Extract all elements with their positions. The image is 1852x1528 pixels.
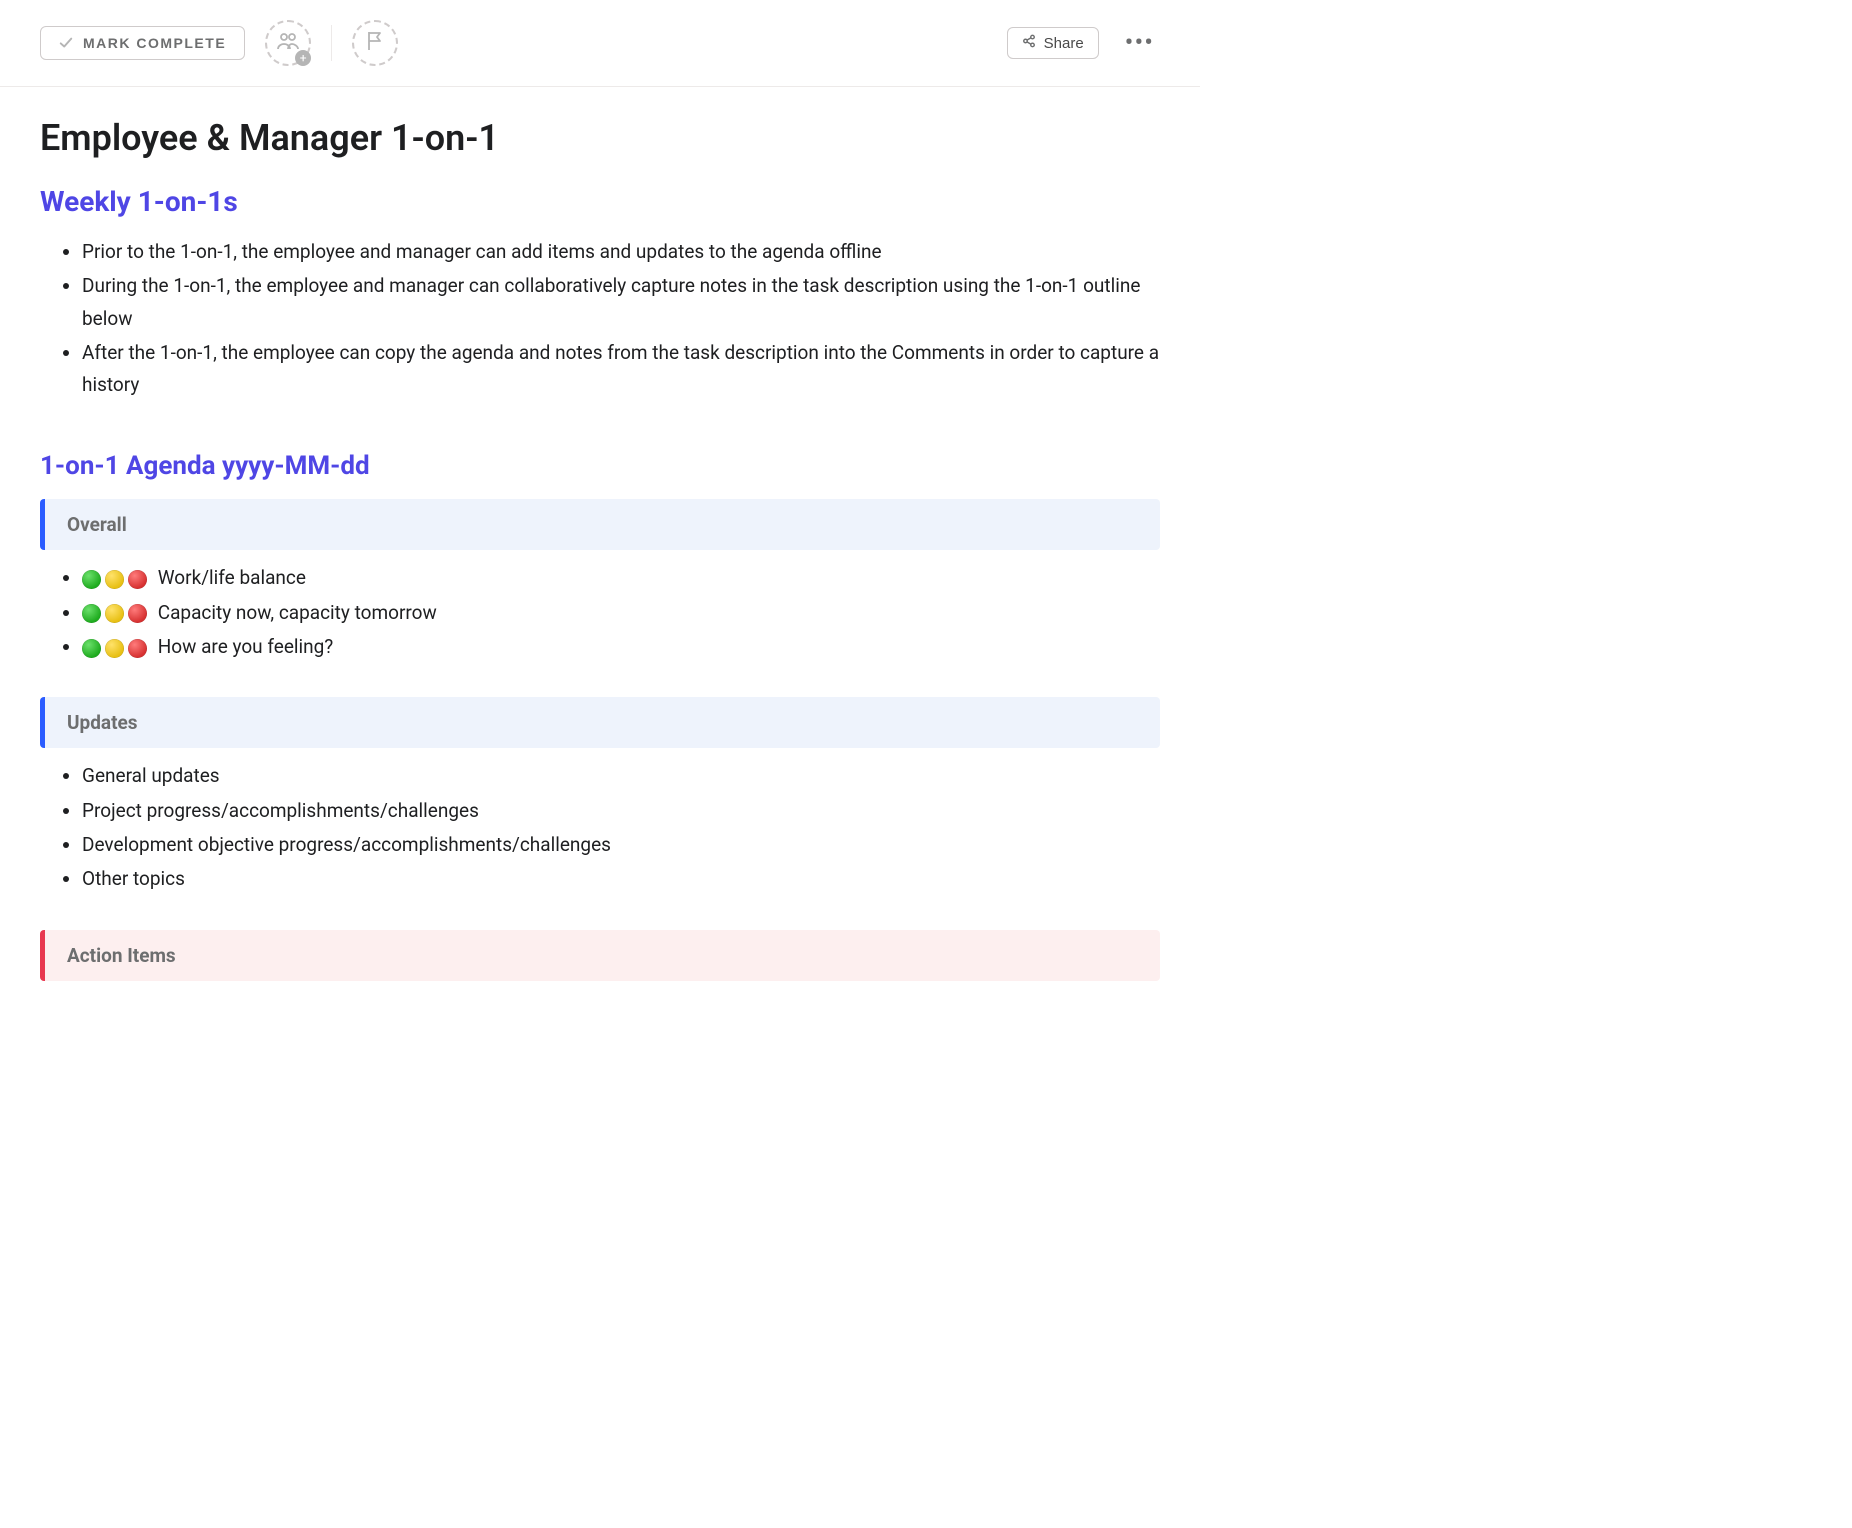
check-icon	[59, 36, 73, 50]
agenda-heading: 1-on-1 Agenda yyyy-MM-dd	[40, 451, 1160, 481]
share-icon	[1022, 34, 1036, 52]
flag-icon	[365, 30, 385, 56]
toolbar: MARK COMPLETE +	[0, 0, 1200, 87]
more-actions-button[interactable]: •••	[1119, 29, 1160, 57]
list-item: How are you feeling?	[82, 631, 1160, 663]
mark-complete-label: MARK COMPLETE	[83, 35, 226, 51]
list-item: Capacity now, capacity tomorrow	[82, 597, 1160, 629]
share-button[interactable]: Share	[1007, 27, 1099, 59]
list-item-text: Capacity now, capacity tomorrow	[158, 601, 437, 624]
section-header-label: Overall	[67, 513, 127, 536]
list-item: Other topics	[82, 863, 1160, 895]
list-item: General updates	[82, 760, 1160, 792]
document-content: Employee & Manager 1-on-1 Weekly 1-on-1s…	[0, 87, 1200, 1033]
list-item: During the 1-on-1, the employee and mana…	[82, 270, 1160, 335]
list-item-text: Work/life balance	[158, 566, 306, 589]
list-item: Work/life balance	[82, 562, 1160, 594]
list-item: Prior to the 1-on-1, the employee and ma…	[82, 236, 1160, 268]
section-header-updates: Updates	[40, 697, 1160, 748]
weekly-heading: Weekly 1-on-1s	[40, 185, 1160, 218]
share-label: Share	[1044, 35, 1084, 52]
list-item: Project progress/accomplishments/challen…	[82, 795, 1160, 827]
page-title: Employee & Manager 1-on-1	[40, 117, 1160, 159]
list-item: Development objective progress/accomplis…	[82, 829, 1160, 861]
weekly-bullet-list: Prior to the 1-on-1, the employee and ma…	[58, 236, 1160, 401]
traffic-light-icon	[82, 639, 147, 658]
people-icon	[276, 32, 300, 54]
plus-icon: +	[295, 50, 311, 66]
list-item-text: How are you feeling?	[158, 635, 334, 658]
overall-item-list: Work/life balance Capacity now, capacity…	[58, 562, 1160, 663]
section-header-overall: Overall	[40, 499, 1160, 550]
add-people-button[interactable]: +	[265, 20, 311, 66]
section-header-label: Updates	[67, 711, 138, 734]
section-header-label: Action Items	[67, 944, 176, 967]
traffic-light-icon	[82, 570, 147, 589]
add-flag-button[interactable]	[352, 20, 398, 66]
traffic-light-icon	[82, 604, 147, 623]
toolbar-divider	[331, 25, 332, 61]
section-header-action-items: Action Items	[40, 930, 1160, 981]
list-item: After the 1-on-1, the employee can copy …	[82, 337, 1160, 402]
ellipsis-icon: •••	[1125, 28, 1154, 58]
mark-complete-button[interactable]: MARK COMPLETE	[40, 26, 245, 60]
updates-item-list: General updates Project progress/accompl…	[58, 760, 1160, 895]
